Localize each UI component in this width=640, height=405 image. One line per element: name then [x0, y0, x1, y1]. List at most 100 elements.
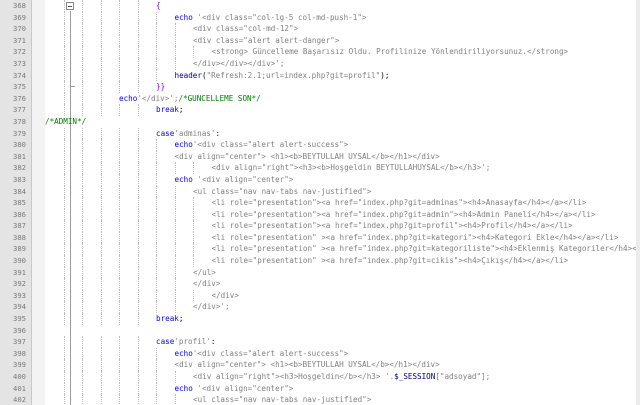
code-line[interactable]: 380 echo'<div class="alert alert-success"…	[0, 139, 640, 151]
code-text[interactable]: echo '<div align="center">	[175, 383, 640, 395]
code-line[interactable]: 391 </ul>	[0, 266, 640, 279]
code-text[interactable]: </div>	[212, 290, 640, 302]
code-text[interactable]: header("Refresh:2.1;url=index.php?git=pr…	[175, 70, 640, 82]
indent-guide	[119, 394, 120, 405]
code-line[interactable]: 379 case'adminas':	[0, 127, 640, 140]
indent-guide	[137, 127, 139, 140]
code-text[interactable]: <li role="presentation"><a href="index.p…	[212, 197, 640, 209]
code-text[interactable]: echo '<div align="center">	[175, 174, 640, 186]
code-line[interactable]: 394 </div>';	[0, 301, 640, 314]
code-text[interactable]: <div align="center"> <h1><b>BEYTULLAH UY…	[175, 359, 640, 371]
code-text[interactable]: echo'<div class="alert alert-success">	[175, 139, 640, 151]
code-token: 'profil'	[174, 337, 211, 347]
code-text[interactable]: echo'<div class="alert alert-success">	[175, 348, 640, 360]
indent-guide	[82, 34, 83, 47]
code-line[interactable]: 392 </div>	[0, 278, 640, 290]
code-text[interactable]: echo '<div class="col-lg-5 col-md-push-1…	[175, 12, 640, 24]
code-token: echo	[174, 383, 193, 393]
code-line[interactable]: 372 <strong> Güncelleme Başarısız Oldu. P…	[0, 46, 640, 58]
line-number: 393	[13, 290, 26, 300]
code-line[interactable]: 383 echo '<div align="center">	[0, 173, 640, 186]
code-text[interactable]: <div align="right"><h3><b>Hoşgeldin BEYT…	[212, 162, 640, 174]
code-line[interactable]: 377 break;	[0, 104, 640, 116]
code-text[interactable]: <ul class="nav nav-tabs nav-justified">	[193, 394, 640, 405]
code-editor[interactable]: 368 {369 echo '<div class="col-lg-5 col-md…	[0, 0, 640, 405]
indent-guide	[63, 336, 65, 348]
indent-guide	[100, 104, 102, 116]
indent-guide	[156, 243, 157, 256]
code-text[interactable]: }}	[156, 81, 640, 93]
code-line[interactable]: 395 break;	[0, 313, 640, 325]
indent-guide	[119, 127, 120, 140]
code-line[interactable]: 382 <div align="right"><h3><b>Hoşgeldin B…	[0, 162, 640, 174]
code-line[interactable]: 400 <div align="right"><h3>Hoşgeldin</b><…	[0, 371, 640, 383]
code-line[interactable]: 398 echo'<div class="alert alert-success"…	[0, 347, 640, 360]
code-text[interactable]: </div></div></div>';	[193, 58, 640, 70]
code-line[interactable]: 402 <ul class="nav nav-tabs nav-justified…	[0, 394, 640, 405]
code-text[interactable]: <div align="center"> <h1><b>BEYTULLAH UY…	[175, 151, 640, 163]
indent-guide	[63, 313, 65, 325]
code-text[interactable]: case'profil':	[156, 336, 640, 348]
code-text[interactable]: <ul class="nav nav-tabs nav-justified">	[193, 186, 640, 198]
indent-guide	[156, 301, 157, 314]
code-text[interactable]: </div>	[193, 278, 640, 290]
code-text[interactable]: <li role="presentation"><a href="index.p…	[212, 209, 640, 221]
code-text[interactable]: break;	[156, 313, 640, 325]
indent-guide	[100, 81, 102, 93]
code-text[interactable]: <div class="alert alert-danger">	[193, 35, 640, 47]
code-line[interactable]: 397 case'profil':	[0, 336, 640, 348]
code-token: :	[215, 128, 221, 138]
line-number: 396	[13, 325, 26, 335]
code-line[interactable]: 393 </div>	[0, 289, 640, 302]
code-line[interactable]: 389 <li role="presentation" ><a href="ind…	[0, 243, 640, 256]
code-text[interactable]: /*ADMIN*/	[45, 116, 640, 128]
indent-guide	[174, 394, 176, 405]
code-line[interactable]: 376 echo'</div>';/*GUNCELLEME SON*/	[0, 92, 640, 105]
code-line[interactable]: 390 <li role="presentation" ><a href="ind…	[0, 255, 640, 267]
code-line[interactable]: 396	[0, 325, 640, 337]
code-line[interactable]: 374 header("Refresh:2.1;url=index.php?git…	[0, 69, 640, 82]
code-text[interactable]: <li role="presentation" ><a href="index.…	[212, 232, 640, 244]
code-text[interactable]: <li role="presentation" ><a href="index.…	[212, 243, 640, 255]
indent-guide	[63, 81, 65, 93]
code-line[interactable]: 369 echo '<div class="col-lg-5 col-md-pus…	[0, 11, 640, 24]
code-line[interactable]: 399 <div align="center"> <h1><b>BEYTULLAH…	[0, 359, 640, 371]
code-lines[interactable]: 368 {369 echo '<div class="col-lg-5 col-md…	[0, 0, 640, 405]
code-text[interactable]: <li role="presentation" ><a href="index.…	[212, 255, 640, 267]
code-line[interactable]: 385 <li role="presentation"><a href="inde…	[0, 197, 640, 209]
indent-guide	[119, 0, 120, 12]
code-text[interactable]: </ul>	[193, 267, 640, 279]
code-line[interactable]: 401 echo '<div align="center">	[0, 382, 640, 395]
code-line[interactable]: 378 /*ADMIN*/	[0, 116, 640, 128]
code-line[interactable]: 388 <li role="presentation" ><a href="ind…	[0, 231, 640, 244]
indent-guide	[156, 347, 157, 360]
indent-guide	[119, 255, 120, 267]
code-text[interactable]: <div align="right"><h3>Hoşgeldin</b></h3…	[193, 371, 640, 383]
code-line[interactable]: 371 <div class="alert alert-danger">	[0, 34, 640, 47]
code-line[interactable]: 368 {	[0, 0, 640, 12]
code-line[interactable]: 370 <div class="col-md-12">	[0, 23, 640, 35]
code-line[interactable]: 384 <ul class="nav nav-tabs nav-justified…	[0, 185, 640, 198]
code-text[interactable]: {	[156, 0, 640, 12]
code-token: <li role="presentation"><a href="index.p…	[211, 209, 596, 219]
indent-guide	[63, 347, 65, 360]
code-text[interactable]: <div class="col-md-12">	[193, 23, 640, 35]
indent-guide	[63, 11, 65, 24]
code-text[interactable]: </div>';	[193, 301, 640, 313]
line-number: 382	[13, 163, 26, 173]
code-token: case	[156, 337, 175, 347]
indent-guide	[193, 162, 194, 174]
code-line[interactable]: 386 <li role="presentation"><a href="inde…	[0, 208, 640, 221]
code-line[interactable]: 373 </div></div></div>';	[0, 57, 640, 70]
indent-guide	[137, 139, 139, 151]
code-text[interactable]: case'adminas':	[156, 128, 640, 140]
code-text[interactable]: break;	[156, 104, 640, 116]
code-text[interactable]: <li role="presentation"><a href="index.p…	[212, 220, 640, 232]
vertical-scrollbar[interactable]	[636, 0, 640, 405]
indent-guide	[156, 231, 157, 244]
code-line[interactable]: 375}}	[0, 81, 640, 93]
code-text[interactable]: echo'</div>';/*GUNCELLEME SON*/	[119, 93, 640, 105]
code-text[interactable]: <strong> Güncelleme Başarısız Oldu. Prof…	[212, 46, 640, 58]
code-line[interactable]: 381 <div align="center"> <h1><b>BEYTULLAH…	[0, 150, 640, 163]
code-line[interactable]: 387 <li role="presentation"><a href="inde…	[0, 220, 640, 232]
